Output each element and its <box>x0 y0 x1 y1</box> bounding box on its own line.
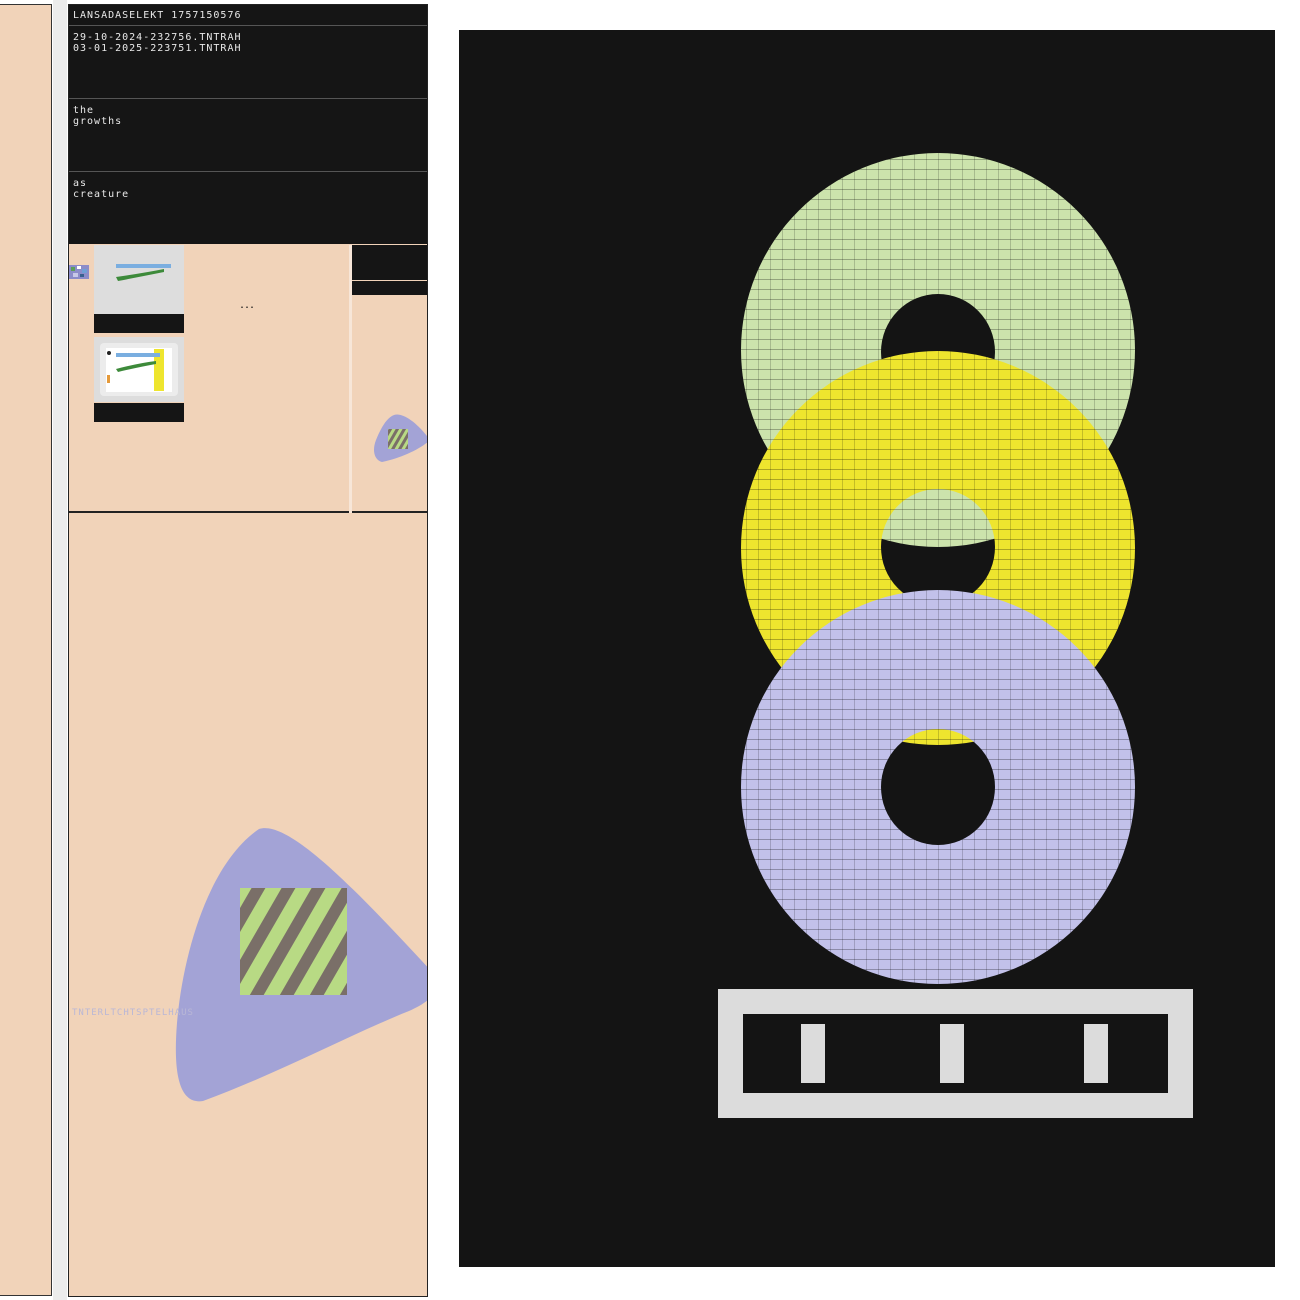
thumbnail-2-caption <box>94 403 184 422</box>
side-header-1 <box>352 245 427 280</box>
bar-frame <box>718 989 1193 1118</box>
artwork-canvas[interactable] <box>459 30 1275 1267</box>
title-text: LANSADASELEKT 1757150576 <box>73 10 242 21</box>
thumbnail-2-preview <box>100 343 178 396</box>
lavender-ring <box>741 590 1135 984</box>
entry-item[interactable]: 29-10-2024-232756.TNTRAH <box>73 32 242 43</box>
thumbnail-1[interactable] <box>94 245 184 314</box>
more-indicator[interactable]: ... <box>239 300 255 311</box>
content-column: LANSADASELEKT 1757150576 29-10-2024-2327… <box>68 4 428 1297</box>
entry-item[interactable]: 03-01-2025-223751.TNTRAH <box>73 43 242 54</box>
thumbnail-1-caption <box>94 314 184 333</box>
note-row: the growths <box>69 99 427 172</box>
note-text: the growths <box>73 105 123 127</box>
side-column <box>349 245 427 513</box>
footer-label: TNTERLTCHTSPTELHAUS <box>72 1008 194 1018</box>
scroll-gutter[interactable] <box>53 0 67 1300</box>
side-header-2 <box>352 281 427 295</box>
note-row: as creature <box>69 172 427 244</box>
thumbnail-area: ... <box>69 245 427 513</box>
thumbnail-2[interactable] <box>94 337 184 402</box>
title-row: LANSADASELEKT 1757150576 <box>69 5 427 26</box>
ring-stack-artwork <box>718 153 1193 1118</box>
large-blob-icon <box>175 828 427 1102</box>
thumbnail-1-preview <box>116 264 171 281</box>
info-header: LANSADASELEKT 1757150576 29-10-2024-2327… <box>69 5 427 244</box>
entries-row: 29-10-2024-232756.TNTRAH 03-01-2025-2237… <box>69 26 427 99</box>
note-text: as creature <box>73 178 130 200</box>
left-strip-panel <box>0 4 52 1296</box>
small-blob-icon[interactable] <box>372 410 428 472</box>
mosaic-icon[interactable] <box>69 265 89 279</box>
